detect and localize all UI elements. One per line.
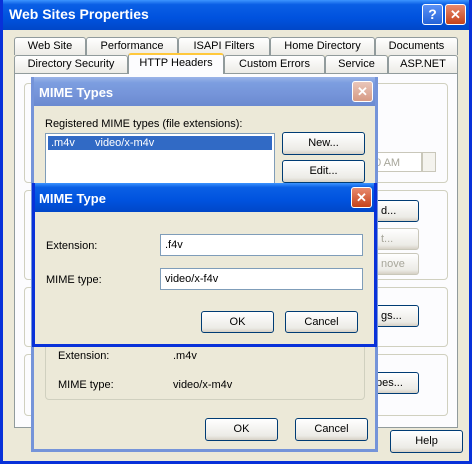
mime-types-list[interactable]: .m4v video/x-m4v xyxy=(45,133,275,189)
add-header-button-label: d... xyxy=(381,205,397,217)
mime-type-dialog: MIME Type ✕ Extension: .f4v MIME type: v… xyxy=(32,183,377,347)
tab-service[interactable]: Service xyxy=(325,55,388,73)
extension-field-value: .f4v xyxy=(165,239,183,251)
tab-documents[interactable]: Documents xyxy=(375,37,458,55)
help-icon: ? xyxy=(428,6,437,22)
tab-label: Home Directory xyxy=(284,40,361,52)
time-spinner[interactable] xyxy=(422,152,436,172)
tab-label: Service xyxy=(338,58,375,70)
expire-time-value: 0 AM xyxy=(375,157,401,169)
remove-header-button-label: nove xyxy=(381,258,405,270)
tab-asp-net[interactable]: ASP.NET xyxy=(388,55,458,73)
edit-ratings-button-label: gs... xyxy=(381,310,402,322)
registered-types-label: Registered MIME types (file extensions): xyxy=(45,118,243,130)
list-item[interactable]: .m4v video/x-m4v xyxy=(48,136,272,150)
tab-home-directory[interactable]: Home Directory xyxy=(270,37,375,55)
tab-label: ASP.NET xyxy=(400,58,446,70)
extension-label: Extension: xyxy=(46,240,98,252)
close-icon: ✕ xyxy=(357,84,368,99)
help-button[interactable]: Help xyxy=(390,430,463,453)
mime-type-field[interactable]: video/x-f4v xyxy=(160,268,363,290)
tab-label: Directory Security xyxy=(27,58,115,70)
ok-button[interactable]: OK xyxy=(201,311,274,333)
list-item-extension: .m4v xyxy=(51,137,75,149)
mime-type-label: MIME type: xyxy=(46,274,102,286)
cancel-button[interactable]: Cancel xyxy=(285,311,358,333)
close-icon: ✕ xyxy=(450,7,461,22)
tab-web-site[interactable]: Web Site xyxy=(14,37,86,55)
mime-types-mime-value: video/x-m4v xyxy=(173,379,233,391)
cancel-button-label: Cancel xyxy=(304,316,339,328)
list-item-mime-type: video/x-m4v xyxy=(95,137,155,149)
edit-button-label: Edit... xyxy=(309,165,338,177)
title-bar[interactable]: Web Sites Properties ? ✕ xyxy=(3,0,469,30)
tab-directory-security[interactable]: Directory Security xyxy=(14,55,128,73)
window-title: Web Sites Properties xyxy=(9,6,149,22)
ok-button-label: OK xyxy=(233,423,250,435)
tab-custom-errors[interactable]: Custom Errors xyxy=(224,55,325,73)
mime-types-title-bar[interactable]: MIME Types ✕ xyxy=(34,77,375,106)
extension-field[interactable]: .f4v xyxy=(160,234,363,256)
mime-types-button-label: pes... xyxy=(376,377,403,389)
edit-header-button-label: t... xyxy=(381,233,394,245)
mime-types-ok-button[interactable]: OK xyxy=(205,418,278,441)
close-title-button[interactable]: ✕ xyxy=(445,4,466,25)
edit-button[interactable]: Edit... xyxy=(282,160,365,183)
mime-types-extension-label: Extension: xyxy=(58,350,110,362)
help-button-label: Help xyxy=(415,435,438,447)
tab-http-headers[interactable]: HTTP Headers xyxy=(128,53,224,74)
new-button[interactable]: New... xyxy=(282,132,365,155)
ok-button-label: OK xyxy=(229,316,246,328)
cancel-button-label: Cancel xyxy=(314,423,349,435)
mime-type-title: MIME Type xyxy=(39,191,106,206)
mime-types-extension-value: .m4v xyxy=(173,350,197,362)
tab-label: Documents xyxy=(388,40,445,52)
tab-label: Web Site xyxy=(27,40,73,52)
new-button-label: New... xyxy=(308,137,339,149)
mime-types-cancel-button[interactable]: Cancel xyxy=(295,418,368,441)
tab-label: Performance xyxy=(100,40,164,52)
mime-type-field-value: video/x-f4v xyxy=(165,273,219,285)
mime-type-close-button[interactable]: ✕ xyxy=(351,187,372,208)
mime-type-title-bar[interactable]: MIME Type ✕ xyxy=(35,183,374,212)
tab-label: Custom Errors xyxy=(239,58,310,70)
mime-types-title: MIME Types xyxy=(39,85,114,100)
help-title-button[interactable]: ? xyxy=(422,4,443,25)
mime-types-close-button[interactable]: ✕ xyxy=(352,81,373,102)
tab-label: HTTP Headers xyxy=(139,57,213,69)
close-icon: ✕ xyxy=(356,190,367,205)
mime-types-mime-label: MIME type: xyxy=(58,379,114,391)
tab-label: ISAPI Filters xyxy=(193,40,255,52)
